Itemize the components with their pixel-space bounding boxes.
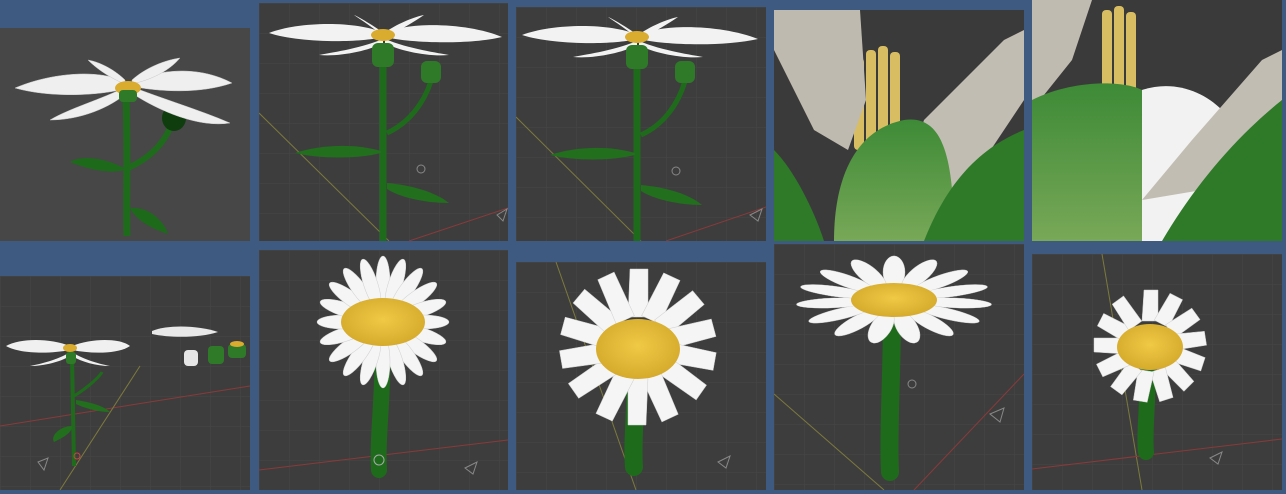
flower-render-side: [14, 57, 233, 237]
flower-top-tile-10: [1032, 254, 1282, 490]
flower-closeup-sepals-2: [1032, 0, 1282, 241]
scene-overview-tile-6: [0, 276, 250, 490]
flower-top-many-petals: [259, 250, 508, 490]
flower-top-tile-7: [259, 250, 508, 490]
flower-render-tile-1: [0, 28, 250, 241]
flower-top-tile-8: [516, 262, 766, 490]
flower-closeup-tile-5: [1032, 0, 1282, 241]
flower-viewport-tile-3: [516, 7, 766, 241]
flower-viewport-front-duplicate: [516, 7, 766, 241]
flower-top-tilted: [774, 244, 1024, 490]
flower-viewport-tile-2: [259, 3, 508, 241]
flower-closeup-tile-4: [774, 10, 1024, 241]
flower-top-small: [1032, 254, 1282, 490]
scene-overview-parts: [0, 276, 250, 490]
flower-top-tile-9: [774, 244, 1024, 490]
flower-closeup-sepals: [774, 10, 1024, 241]
flower-viewport-front: [259, 3, 508, 241]
flower-top-front: [516, 262, 766, 490]
